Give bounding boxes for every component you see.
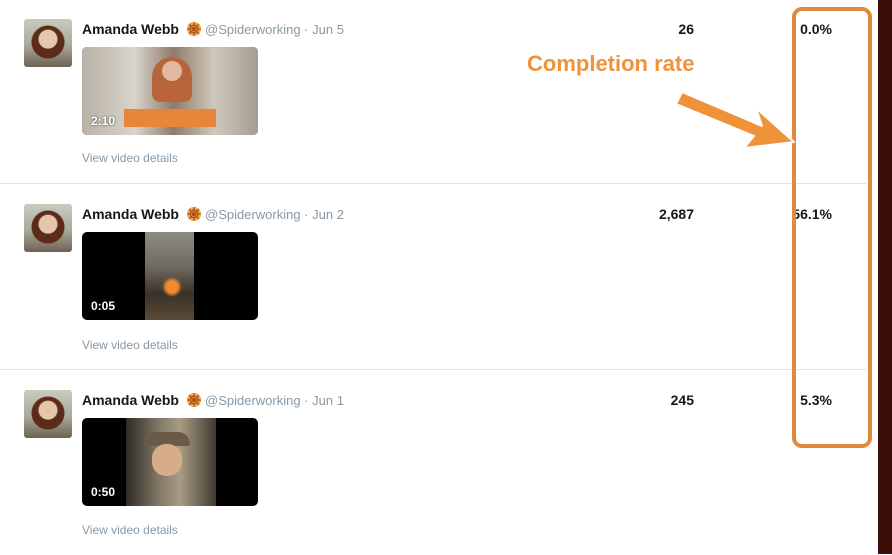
callout-arrow-icon (675, 91, 795, 149)
video-views: 2,687 (658, 206, 694, 222)
video-thumbnail[interactable]: 0:05 (82, 232, 258, 320)
video-duration: 0:50 (91, 485, 116, 499)
view-video-details-link[interactable]: View video details (82, 523, 178, 537)
video-views: 26 (678, 21, 694, 37)
handle-date[interactable]: @Spiderworking · Jun 1 (205, 393, 344, 408)
video-views: 245 (670, 392, 694, 408)
tweet-row: Amanda Webb @Spiderworking · Jun 2 0:05 … (0, 185, 866, 370)
view-video-details-link[interactable]: View video details (82, 151, 178, 165)
author-name[interactable]: Amanda Webb (82, 206, 179, 222)
avatar[interactable] (24, 390, 72, 438)
avatar[interactable] (24, 204, 72, 252)
spider-web-emoji-icon (187, 393, 201, 407)
completion-rate-highlight-box (792, 7, 872, 448)
video-duration: 2:10 (91, 114, 116, 128)
window-edge (878, 0, 892, 554)
tweet-row: Amanda Webb @Spiderworking · Jun 1 0:50 … (0, 370, 866, 555)
handle-date[interactable]: @Spiderworking · Jun 5 (205, 22, 344, 37)
video-thumbnail[interactable]: 2:10 (82, 47, 258, 135)
video-thumbnail[interactable]: 0:50 (82, 418, 258, 506)
spider-web-emoji-icon (187, 207, 201, 221)
completion-rate-callout: Completion rate (527, 51, 695, 76)
author-name[interactable]: Amanda Webb (82, 21, 179, 37)
author-name[interactable]: Amanda Webb (82, 392, 179, 408)
row-divider (0, 183, 866, 184)
view-video-details-link[interactable]: View video details (82, 338, 178, 352)
handle-date[interactable]: @Spiderworking · Jun 2 (205, 207, 344, 222)
video-duration: 0:05 (91, 299, 116, 313)
spider-web-emoji-icon (187, 22, 201, 36)
avatar[interactable] (24, 19, 72, 67)
